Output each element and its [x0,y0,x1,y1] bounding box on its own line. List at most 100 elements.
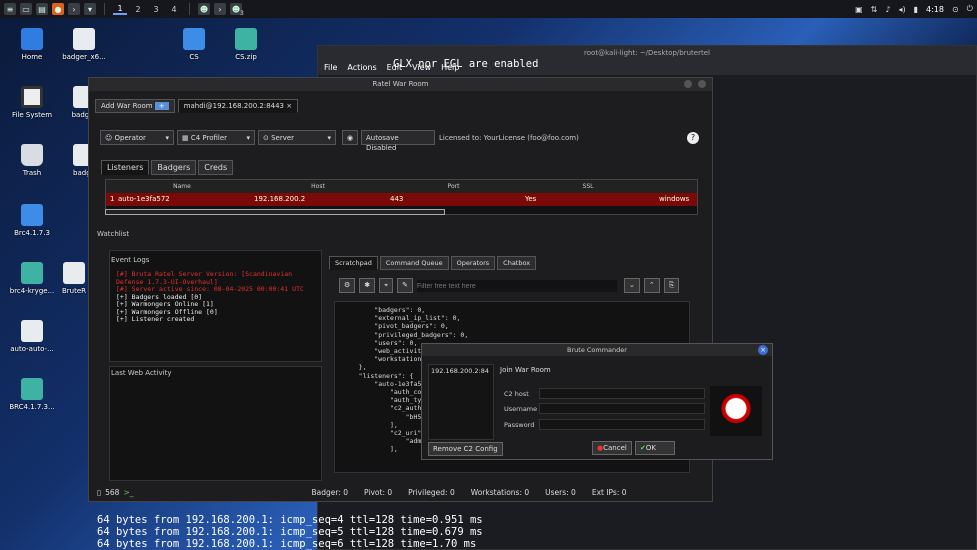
server-list[interactable]: 192.168.200.2:84 [428,364,494,440]
bell-icon[interactable]: ♪ [885,5,890,14]
tab-command-queue[interactable]: Command Queue [379,256,449,270]
col-host[interactable]: Host [250,180,386,193]
tab-operators[interactable]: Operators [450,256,496,270]
minimize-icon[interactable] [684,80,692,88]
taskbar: ≡ ▭ ▤ ● › ▾ 1 2 3 4 ☻ › ☻ 3 ▣ ⇅ ♪ ◂) ▮ 4… [0,0,977,18]
close-icon[interactable]: × [758,345,768,355]
tab-chatbox[interactable]: Chatbox [497,256,537,270]
desktop-icon-auto[interactable]: auto-auto-... [0,320,64,353]
files-icon[interactable]: ▤ [36,3,48,15]
desktop-icon-brc4[interactable]: Brc4.1.7.3 [0,204,64,237]
bug-icon[interactable]: ✱ [359,278,376,293]
web-activity-title: Last Web Activity [111,369,172,377]
cancel-button[interactable]: ●Cancel [592,441,632,455]
desktop-icon-label: auto-auto-... [10,345,54,353]
autosave-button[interactable]: Autosave Disabled [361,130,435,152]
event-logs-title: Event Logs [111,256,150,264]
folder-icon [21,204,43,226]
volume-icon[interactable]: ◂) [898,5,905,14]
cell-name: auto-1e3fa572 [118,195,170,203]
profiler-icon: ▦ [182,134,191,142]
c4-profiler-dropdown[interactable]: ▦ C4 Profiler ▾ [177,130,255,145]
network-icon[interactable]: ⇅ [871,5,878,14]
archive-icon [21,378,43,400]
workspace-2[interactable]: 2 [131,5,145,14]
terminal-app-icon[interactable]: › [214,3,226,15]
workspace-1[interactable]: 1 [113,4,127,15]
tab-badgers[interactable]: Badgers [151,160,197,175]
password-input[interactable] [539,419,705,430]
button-label: OK [645,444,656,452]
trash-icon [21,144,43,166]
tab-scratchpad[interactable]: Scratchpad [329,256,378,270]
power-icon[interactable]: ⏻ [967,4,973,14]
chevrons-down-icon[interactable]: ⌄ [624,278,640,293]
col-ssl[interactable]: SSL [521,180,655,193]
menu-file[interactable]: File [324,63,337,72]
lock-icon[interactable]: ⊙ [952,5,959,14]
drive-icon [21,86,43,108]
filter-input[interactable] [417,280,617,292]
chevron-down-icon[interactable]: ▾ [84,3,96,15]
desktop-icon-label: CS.zip [235,53,257,61]
license-text: Licensed to: YourLicense (foo@foo.com) [439,134,579,142]
desktop-icon[interactable]: ▭ [20,3,32,15]
brute-ratel-app-icon[interactable]: ☻ [198,3,210,15]
add-icon[interactable]: + [154,102,169,110]
cell-index: 1 [110,195,115,203]
menu-actions[interactable]: Actions [347,63,376,72]
password-label: Password [504,421,535,429]
terminal-prompt-icon: ▯ [97,488,102,497]
edit-icon[interactable]: ✎ [397,278,413,293]
puzzle-icon[interactable]: ⌖ [379,278,394,293]
cell-port: 443 [390,195,404,203]
server-list-item[interactable]: 192.168.200.2:84 [429,365,493,377]
chevron-down-icon: ▾ [165,134,169,142]
war-room-session-tab[interactable]: mahdi@192.168.200.2:8443 × [177,99,299,113]
tab-creds[interactable]: Creds [198,160,234,175]
col-port[interactable]: Port [386,180,521,193]
desktop-icon-badger-x64[interactable]: badger_x6... [52,28,116,61]
scratchpad-toolbar: ⚙ ✱ ⌖ ✎ [339,278,413,293]
server-dropdown[interactable]: ⊙ Server ▾ [258,130,336,145]
add-war-room-tab[interactable]: Add War Room + [95,99,175,113]
listener-subtabs: Listeners Badgers Creds [101,160,234,175]
table-header: Name Host Port SSL [106,180,697,193]
terminal-line: 64 bytes from 192.168.200.1: icmp_seq=5 … [97,526,483,538]
terminal-icon[interactable]: › [68,3,80,15]
badger-logo [710,386,762,436]
table-row[interactable]: 1 auto-1e3fa572 192.168.200.2 443 Yes wi… [106,193,697,206]
workspace-3[interactable]: 3 [149,5,163,14]
firefox-icon[interactable]: ● [52,3,64,15]
tab-listeners[interactable]: Listeners [101,160,150,175]
remove-c2-config-button[interactable]: Remove C2 Config [428,442,503,456]
desktop-icon-label: Home [21,53,43,61]
close-icon[interactable] [698,80,706,88]
c2-host-input[interactable] [539,388,705,399]
log-entry: [+] Listener created [116,315,195,323]
desktop-icon-label: Trash [22,169,42,177]
username-input[interactable] [539,403,705,414]
workspace-4[interactable]: 4 [167,5,181,14]
eye-button[interactable]: ◉ [342,130,358,145]
export-icon[interactable]: ⎘ [663,278,680,293]
desktop-icon-brc4-zip[interactable]: BRC4.1.7.3... [0,378,64,411]
settings-icon[interactable]: ⚙ [339,278,356,293]
col-name[interactable]: Name [114,180,250,193]
screen-icon[interactable]: ▣ [855,5,863,14]
scratchpad-tabs: Scratchpad Command Queue Operators Chatb… [329,256,537,270]
operator-dropdown[interactable]: ☺ Operator ▾ [100,130,174,145]
col-index [106,180,114,193]
horizontal-scrollbar[interactable] [105,209,445,215]
chevrons-up-icon[interactable]: ⌃ [643,278,660,293]
file-icon [63,262,85,284]
ok-button[interactable]: ✔OK [635,441,675,455]
brute-commander-dialog[interactable]: Brute Commander × 192.168.200.2:84 Join … [421,343,773,460]
battery-icon[interactable]: ▮ [914,5,918,14]
clock[interactable]: 4:18 [926,5,944,14]
terminal-line: 64 bytes from 192.168.200.1: icmp_seq=6 … [97,538,477,550]
divider [104,3,105,15]
desktop-icon-cs-zip[interactable]: CS.zip [214,28,278,61]
kali-menu-icon[interactable]: ≡ [4,3,16,15]
help-icon[interactable]: ? [687,132,699,144]
